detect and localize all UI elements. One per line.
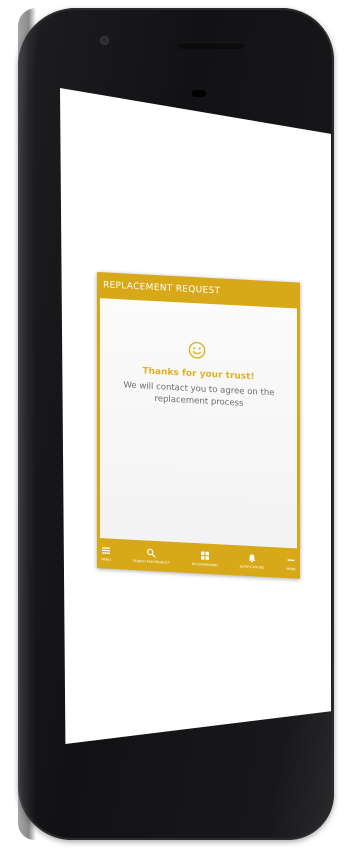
nav-more[interactable]: More <box>286 555 296 572</box>
hamburger-icon <box>102 547 110 554</box>
nav-search-label: Search for Product <box>132 558 170 565</box>
bell-icon <box>248 554 256 563</box>
smiley-icon <box>188 341 206 359</box>
front-camera <box>100 36 109 45</box>
card-content: Thanks for your trust! We will contact y… <box>100 298 297 549</box>
replacement-message: We will contact you to agree on the repl… <box>123 380 275 409</box>
nav-notifications-label: Notifications <box>239 564 265 570</box>
proximity-sensor <box>192 90 206 97</box>
nav-more-label: More <box>286 566 296 572</box>
nav-notifications[interactable]: Notifications <box>239 552 265 570</box>
more-icon <box>287 559 295 561</box>
dashboard-icon <box>200 551 209 560</box>
phone-side-highlight <box>18 8 36 840</box>
replacement-request-card: REPLACEMENT REQUEST Thanks for your trus… <box>97 272 300 579</box>
nav-menu[interactable]: Menu <box>101 545 111 562</box>
earpiece-speaker <box>178 42 244 49</box>
nav-dashboard-label: My Dashboard <box>191 561 218 568</box>
nav-search-for-product[interactable]: Search for Product <box>133 547 170 565</box>
nav-menu-label: Menu <box>101 557 111 562</box>
nav-my-dashboard[interactable]: My Dashboard <box>192 550 218 567</box>
search-icon <box>147 548 156 558</box>
